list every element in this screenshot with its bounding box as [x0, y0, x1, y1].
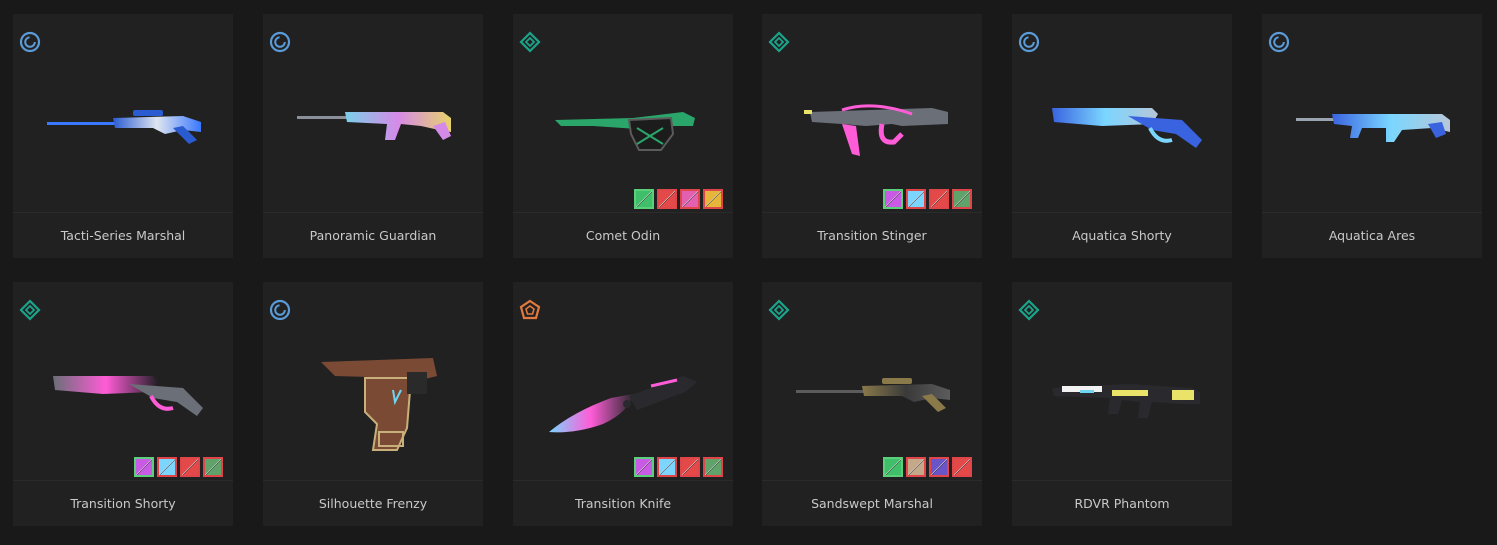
deluxe-tier-icon: [269, 299, 291, 321]
variant-swatch[interactable]: [634, 457, 654, 477]
variant-swatches: [883, 457, 972, 477]
variant-swatches: [634, 457, 723, 477]
skin-card-silhouette-frenzy[interactable]: Silhouette Frenzy: [263, 282, 483, 526]
stinger-icon: [782, 64, 962, 184]
select-tier-icon: [768, 299, 790, 321]
frenzy-icon: [283, 332, 463, 452]
odin-icon: [533, 64, 713, 184]
skin-card-rdvr-phantom[interactable]: RDVR Phantom: [1012, 282, 1232, 526]
variant-swatch[interactable]: [929, 457, 949, 477]
select-tier-icon: [19, 299, 41, 321]
skin-name: Silhouette Frenzy: [318, 495, 428, 511]
skin-card-comet-odin[interactable]: Comet Odin: [513, 14, 733, 258]
select-tier-icon: [768, 31, 790, 53]
variant-swatch[interactable]: [906, 189, 926, 209]
variant-swatches: [634, 189, 723, 209]
skin-name: Aquatica Shorty: [1072, 227, 1172, 243]
variant-swatches: [883, 189, 972, 209]
variant-swatch[interactable]: [657, 189, 677, 209]
variant-swatch[interactable]: [952, 189, 972, 209]
skin-card-transition-knife[interactable]: Transition Knife: [513, 282, 733, 526]
variant-swatch[interactable]: [657, 457, 677, 477]
skin-name: Transition Knife: [574, 495, 672, 511]
variant-swatch[interactable]: [157, 457, 177, 477]
select-tier-icon: [1018, 299, 1040, 321]
exclusive-tier-icon: [519, 299, 541, 321]
deluxe-tier-icon: [269, 31, 291, 53]
variant-swatch[interactable]: [703, 457, 723, 477]
skin-card-panoramic-guardian[interactable]: Panoramic Guardian: [263, 14, 483, 258]
skin-name: RDVR Phantom: [1074, 495, 1170, 511]
variant-swatch[interactable]: [952, 457, 972, 477]
skin-name: Transition Shorty: [70, 495, 176, 511]
skin-name: Comet Odin: [585, 227, 661, 243]
guardian-icon: [283, 64, 463, 184]
variant-swatch[interactable]: [883, 457, 903, 477]
skin-card-tacti-series-marshal[interactable]: Tacti-Series Marshal: [13, 14, 233, 258]
variant-swatch[interactable]: [680, 457, 700, 477]
skin-card-sandswept-marshal[interactable]: Sandswept Marshal: [762, 282, 982, 526]
variant-swatch[interactable]: [929, 189, 949, 209]
variant-swatch[interactable]: [883, 189, 903, 209]
variant-swatches: [134, 457, 223, 477]
skin-name: Tacti-Series Marshal: [60, 227, 186, 243]
skin-card-transition-shorty[interactable]: Transition Shorty: [13, 282, 233, 526]
skin-card-aquatica-shorty[interactable]: Aquatica Shorty: [1012, 14, 1232, 258]
skin-grid: Tacti-Series Marshal Panoramic Guardian …: [0, 0, 1497, 545]
deluxe-tier-icon: [1268, 31, 1290, 53]
skin-name: Aquatica Ares: [1328, 227, 1416, 243]
variant-swatch[interactable]: [180, 457, 200, 477]
variant-swatch[interactable]: [703, 189, 723, 209]
skin-name: Panoramic Guardian: [309, 227, 437, 243]
marshal-icon: [782, 332, 962, 452]
variant-swatch[interactable]: [906, 457, 926, 477]
shorty-icon: [1032, 64, 1212, 184]
skin-name: Sandswept Marshal: [811, 495, 933, 511]
marshal-icon: [33, 64, 213, 184]
skin-card-transition-stinger[interactable]: Transition Stinger: [762, 14, 982, 258]
phantom-icon: [1032, 332, 1212, 452]
skin-card-aquatica-ares[interactable]: Aquatica Ares: [1262, 14, 1482, 258]
deluxe-tier-icon: [1018, 31, 1040, 53]
deluxe-tier-icon: [19, 31, 41, 53]
skin-name: Transition Stinger: [817, 227, 927, 243]
variant-swatch[interactable]: [680, 189, 700, 209]
knife-icon: [533, 332, 713, 452]
ares-icon: [1282, 64, 1462, 184]
variant-swatch[interactable]: [134, 457, 154, 477]
shorty-icon: [33, 332, 213, 452]
select-tier-icon: [519, 31, 541, 53]
variant-swatch[interactable]: [634, 189, 654, 209]
variant-swatch[interactable]: [203, 457, 223, 477]
